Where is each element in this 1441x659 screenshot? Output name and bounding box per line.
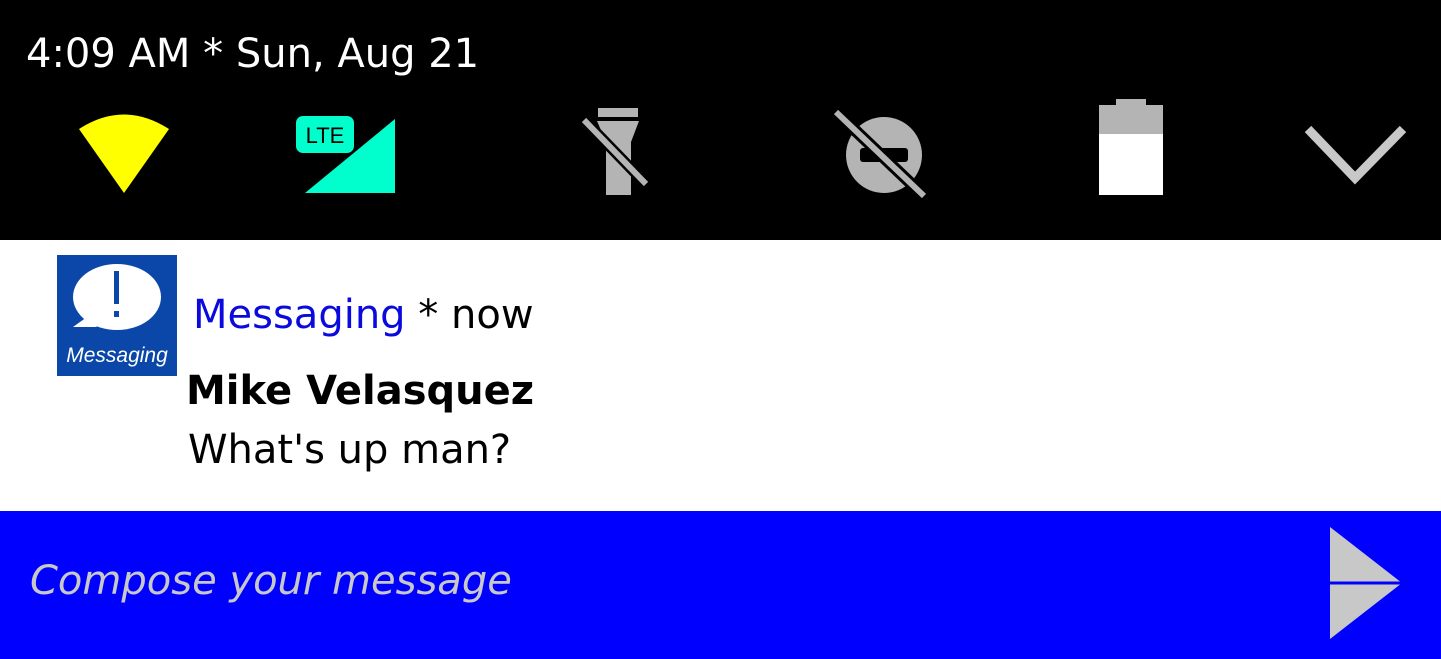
notification-time: now xyxy=(451,292,534,338)
flashlight-off-icon[interactable] xyxy=(578,96,652,200)
reply-input[interactable] xyxy=(30,551,1290,611)
message-text: What's up man? xyxy=(188,427,512,473)
app-name: Messaging xyxy=(193,292,406,338)
status-datetime: 4:09 AM * Sun, Aug 21 xyxy=(26,31,480,77)
app-icon-label: Messaging xyxy=(66,344,168,367)
reply-bar xyxy=(0,511,1441,659)
send-button[interactable] xyxy=(1326,525,1406,641)
send-icon xyxy=(1330,527,1402,639)
lte-label: LTE xyxy=(306,123,345,148)
expand-chevron-icon[interactable] xyxy=(1304,96,1408,200)
battery-icon[interactable] xyxy=(1098,96,1164,200)
sender-name: Mike Velasquez xyxy=(186,368,535,414)
header-separator: * xyxy=(405,292,451,338)
cellular-lte-icon[interactable]: LTE xyxy=(296,96,400,200)
status-bar: 4:09 AM * Sun, Aug 21 LTE xyxy=(0,0,1441,240)
wifi-icon[interactable] xyxy=(78,96,170,200)
messaging-app-icon: Messaging xyxy=(57,255,177,376)
data-saver-off-icon[interactable] xyxy=(832,96,930,200)
notification-card[interactable]: Messaging Messaging * now Mike Velasquez… xyxy=(0,240,1441,511)
notification-header: Messaging * now xyxy=(193,291,534,339)
